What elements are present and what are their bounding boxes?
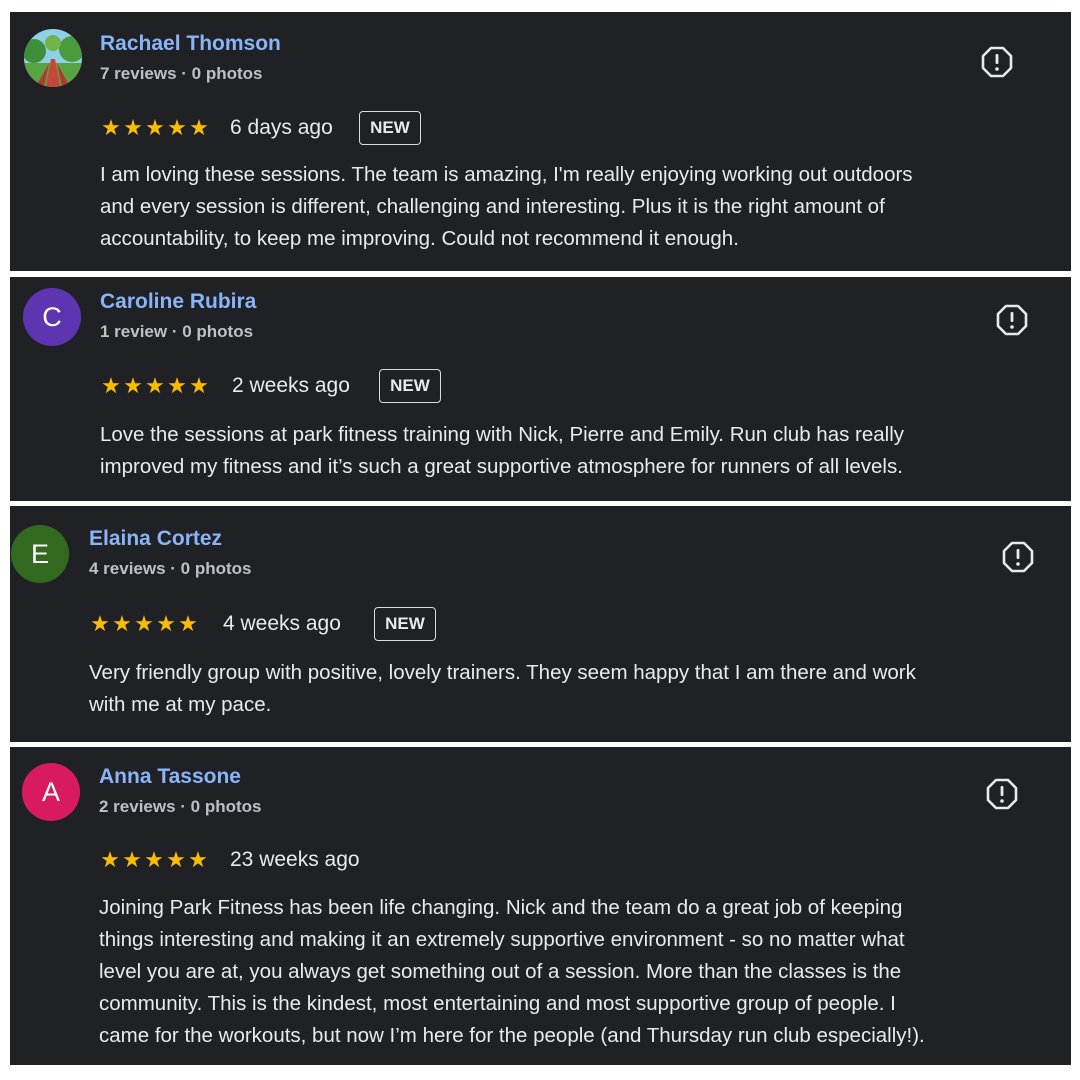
- review-text-line: and every session is different, challeng…: [100, 195, 885, 218]
- review-text-line: accountability, to keep me improving. Co…: [100, 227, 739, 250]
- avatar[interactable]: [24, 29, 82, 87]
- star-icon: ★: [144, 847, 164, 872]
- review-text-line: level you are at, you always get somethi…: [99, 960, 902, 983]
- star-icon: ★: [145, 115, 165, 140]
- star-icon: ★: [90, 611, 110, 636]
- review-text-line: community. This is the kindest, most ent…: [99, 992, 896, 1015]
- star-rating: ★ ★ ★ ★ ★: [89, 612, 199, 636]
- avatar[interactable]: E: [11, 525, 69, 583]
- star-icon: ★: [101, 115, 121, 140]
- star-icon: ★: [166, 847, 186, 872]
- star-icon: ★: [178, 611, 198, 636]
- review-text-line: things interesting and making it an extr…: [99, 928, 905, 951]
- reviewer-name[interactable]: Anna Tassone: [99, 765, 241, 789]
- reviewer-stats: 1 review · 0 photos: [100, 322, 254, 341]
- review-date: 23 weeks ago: [230, 848, 360, 871]
- review-card: Rachael Thomson 7 reviews · 0 photos ★ ★ ★…: [10, 12, 1071, 271]
- avatar[interactable]: C: [23, 288, 81, 346]
- reviewer-stats: 7 reviews · 0 photos: [100, 64, 263, 83]
- avatar[interactable]: A: [22, 763, 80, 821]
- review-text-line: I am loving these sessions. The team is …: [100, 163, 913, 186]
- report-flag-icon[interactable]: [985, 777, 1019, 811]
- star-icon: ★: [123, 373, 143, 398]
- star-icon: ★: [189, 115, 209, 140]
- review-text-line: with me at my pace.: [89, 693, 272, 716]
- star-icon: ★: [167, 373, 187, 398]
- star-rating: ★ ★ ★ ★ ★: [100, 116, 210, 140]
- review-text-line: came for the workouts, but now I’m here …: [99, 1024, 925, 1047]
- star-icon: ★: [145, 373, 165, 398]
- star-icon: ★: [112, 611, 132, 636]
- reviewer-name[interactable]: Elaina Cortez: [89, 527, 222, 551]
- star-icon: ★: [123, 115, 143, 140]
- star-rating: ★ ★ ★ ★ ★: [100, 374, 210, 398]
- review-date: 4 weeks ago: [223, 612, 341, 635]
- star-icon: ★: [100, 847, 120, 872]
- star-rating: ★ ★ ★ ★ ★: [99, 848, 209, 872]
- star-icon: ★: [189, 373, 209, 398]
- reviewer-stats: 4 reviews · 0 photos: [89, 559, 252, 578]
- star-icon: ★: [188, 847, 208, 872]
- review-text: I am loving these sessions. The team is …: [100, 159, 913, 255]
- review-date: 2 weeks ago: [232, 374, 350, 397]
- review-date: 6 days ago: [230, 116, 333, 139]
- review-text: Love the sessions at park fitness traini…: [100, 419, 904, 483]
- avatar-photo: [24, 29, 82, 87]
- review-text-line: improved my fitness and it’s such a grea…: [100, 455, 903, 478]
- reviewer-name[interactable]: Rachael Thomson: [100, 32, 281, 56]
- star-icon: ★: [134, 611, 154, 636]
- review-text: Joining Park Fitness has been life chang…: [99, 892, 925, 1052]
- star-icon: ★: [167, 115, 187, 140]
- report-flag-icon[interactable]: [1001, 540, 1035, 574]
- review-card: E Elaina Cortez 4 reviews · 0 photos ★ ★ ★…: [10, 506, 1071, 742]
- review-text-line: Love the sessions at park fitness traini…: [100, 423, 905, 446]
- review-text: Very friendly group with positive, lovel…: [89, 657, 916, 721]
- reviewer-stats: 2 reviews · 0 photos: [99, 797, 262, 816]
- review-card: A Anna Tassone 2 reviews · 0 photos ★ ★ ★ ★…: [10, 747, 1071, 1065]
- star-icon: ★: [122, 847, 142, 872]
- review-card: C Caroline Rubira 1 review · 0 photos ★ ★…: [10, 277, 1071, 501]
- star-icon: ★: [101, 373, 121, 398]
- new-badge: NEW: [379, 369, 441, 403]
- star-icon: ★: [156, 611, 176, 636]
- report-flag-icon[interactable]: [980, 45, 1014, 79]
- new-badge: NEW: [374, 607, 436, 641]
- new-badge: NEW: [359, 111, 421, 145]
- review-text-line: Very friendly group with positive, lovel…: [89, 661, 916, 684]
- reviewer-name[interactable]: Caroline Rubira: [100, 290, 256, 314]
- review-text-line: Joining Park Fitness has been life chang…: [99, 896, 903, 919]
- report-flag-icon[interactable]: [995, 303, 1029, 337]
